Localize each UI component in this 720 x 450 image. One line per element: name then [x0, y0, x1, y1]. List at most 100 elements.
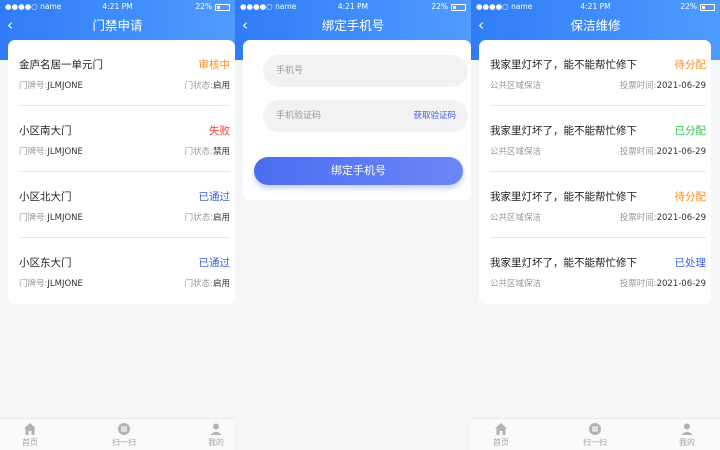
status-badge: 待分配 — [674, 191, 707, 203]
battery-icon — [215, 3, 230, 11]
code-field[interactable]: 获取验证码 — [263, 100, 468, 132]
tab-label: 我的 — [208, 438, 224, 447]
door-state: 门状态:启用 — [185, 79, 230, 91]
status-right: 22% — [195, 0, 230, 14]
navbar: ‹ 保洁维修 — [471, 14, 720, 38]
door-state-label: 门状态: — [184, 213, 213, 223]
door-state-value: 启用 — [212, 279, 230, 289]
tab-label: 我的 — [679, 438, 695, 447]
vote-time: 投票时间:2021-06-29 — [620, 211, 706, 223]
list-item[interactable]: 我家里灯坏了，能不能帮忙修下 已处理公共区域保洁 投票时间:2021-06-29 — [479, 238, 711, 304]
list-item[interactable]: 小区南大门 失败门牌号:JLMJONE 门状态:禁用 — [8, 106, 235, 172]
vote-time-value: 2021-06-29 — [656, 213, 706, 223]
page-title: 保洁维修 — [570, 18, 621, 33]
service-area: 公共区域保洁 — [490, 279, 542, 289]
door-number-label: 门牌号: — [19, 81, 48, 91]
status-badge: 审核中 — [198, 59, 231, 71]
door-state-label: 门状态: — [184, 147, 213, 157]
status-right: 22% — [680, 0, 715, 14]
cleaning-repair-screen: ●●●●○ name 4:21 PM 22% ‹ 保洁维修 我家里灯坏了，能不能… — [471, 0, 720, 450]
tab-scan[interactable]: 扫一扫 — [575, 422, 615, 448]
home-icon — [495, 423, 507, 435]
tab-bar: 首页 扫一扫 我的 — [0, 418, 235, 450]
battery-icon — [700, 3, 715, 11]
navbar: ‹ 绑定手机号 — [235, 14, 471, 38]
vote-time: 投票时间:2021-06-29 — [620, 145, 706, 157]
tab-label: 首页 — [22, 438, 38, 447]
vote-time-label: 投票时间: — [619, 213, 657, 223]
door-number-value: JLMJONE — [47, 147, 83, 157]
list-item[interactable]: 我家里灯坏了，能不能帮忙修下 待分配公共区域保洁 投票时间:2021-06-29 — [479, 172, 711, 238]
item-title: 小区东大门 — [19, 257, 72, 269]
vote-time: 投票时间:2021-06-29 — [620, 277, 706, 289]
service-area: 公共区域保洁 — [490, 81, 542, 91]
door-number-label: 门牌号: — [19, 279, 48, 289]
item-title: 我家里灯坏了，能不能帮忙修下 — [490, 191, 637, 203]
vote-time-value: 2021-06-29 — [656, 81, 706, 91]
item-title: 金庐名居一单元门 — [19, 59, 103, 71]
door-number: 门牌号:JLMJONE — [19, 79, 83, 91]
phone-field[interactable] — [263, 55, 468, 87]
service-area: 公共区域保洁 — [490, 213, 542, 223]
phone-input[interactable] — [263, 55, 468, 87]
door-number-value: JLMJONE — [47, 213, 83, 223]
door-state-label: 门状态: — [184, 81, 213, 91]
item-title: 我家里灯坏了，能不能帮忙修下 — [490, 125, 637, 137]
status-badge: 已通过 — [198, 257, 231, 269]
item-title: 小区北大门 — [19, 191, 72, 203]
tab-home[interactable]: 首页 — [10, 422, 50, 448]
door-access-screen: ●●●●○ name 4:21 PM 22% ‹ 门禁申请 金庐名居一单元门 审核… — [0, 0, 235, 450]
door-state-label: 门状态: — [184, 279, 213, 289]
tab-bar: 首页 扫一扫 我的 — [471, 418, 720, 450]
battery-percent: 22% — [431, 2, 448, 11]
list-item[interactable]: 小区东大门 已通过门牌号:JLMJONE 门状态:启用 — [8, 238, 235, 304]
bind-phone-screen: ●●●●○ name 4:21 PM 22% ‹ 绑定手机号 获取验证码 绑定手… — [235, 0, 471, 450]
door-state: 门状态:禁用 — [185, 145, 230, 157]
vote-time-label: 投票时间: — [619, 279, 657, 289]
status-right: 22% — [431, 0, 466, 14]
list-item[interactable]: 金庐名居一单元门 审核中门牌号:JLMJONE 门状态:启用 — [8, 40, 235, 106]
navbar: ‹ 门禁申请 — [0, 14, 235, 38]
door-number: 门牌号:JLMJONE — [19, 211, 83, 223]
service-area: 公共区域保洁 — [490, 147, 542, 157]
bind-phone-button[interactable]: 绑定手机号 — [254, 157, 463, 185]
list-item[interactable]: 我家里灯坏了，能不能帮忙修下 待分配公共区域保洁 投票时间:2021-06-29 — [479, 40, 711, 106]
scan-icon — [589, 423, 601, 435]
user-icon — [681, 423, 693, 435]
repair-list-card: 我家里灯坏了，能不能帮忙修下 待分配 公共区域保洁 投票时间:2021-06-29 我家… — [479, 40, 711, 304]
list-item[interactable]: 我家里灯坏了，能不能帮忙修下 已分配 公共区域保洁 投票时间:2021-06-29 — [479, 106, 711, 172]
battery-percent: 22% — [195, 2, 212, 11]
vote-time: 投票时间:2021-06-29 — [620, 79, 706, 91]
status-badge: 失败 — [209, 125, 230, 137]
door-number: 门牌号:JLMJONE — [19, 145, 83, 157]
door-number-label: 门牌号: — [19, 213, 48, 223]
page-title: 门禁申请 — [92, 18, 143, 33]
tab-mine[interactable]: 我的 — [667, 422, 707, 448]
door-state-value: 禁用 — [212, 147, 230, 157]
vote-time-label: 投票时间: — [619, 81, 657, 91]
tab-mine[interactable]: 我的 — [196, 422, 235, 448]
list-item[interactable]: 小区北大门 已通过门牌号:JLMJONE 门状态:启用 — [8, 172, 235, 238]
scan-icon — [118, 423, 130, 435]
door-number-value: JLMJONE — [47, 279, 83, 289]
door-number: 门牌号:JLMJONE — [19, 277, 83, 289]
door-state: 门状态:启用 — [185, 211, 230, 223]
page-title: 绑定手机号 — [321, 18, 385, 33]
status-badge: 待分配 — [674, 59, 707, 71]
status-badge: 已通过 — [198, 191, 231, 203]
item-title: 小区南大门 — [19, 125, 72, 137]
vote-time-value: 2021-06-29 — [656, 147, 706, 157]
battery-percent: 22% — [680, 2, 697, 11]
item-title: 我家里灯坏了，能不能帮忙修下 — [490, 59, 637, 71]
door-state-value: 启用 — [212, 81, 230, 91]
status-badge: 已处理 — [674, 257, 707, 269]
door-number-label: 门牌号: — [19, 147, 48, 157]
get-code-button[interactable]: 获取验证码 — [413, 100, 456, 132]
item-title: 我家里灯坏了，能不能帮忙修下 — [490, 257, 637, 269]
tab-home[interactable]: 首页 — [481, 422, 521, 448]
vote-time-label: 投票时间: — [619, 147, 657, 157]
screens-container: ●●●●○ name 4:21 PM 22% ‹ 门禁申请 金庐名居一单元门 审核… — [0, 0, 720, 450]
tab-scan[interactable]: 扫一扫 — [104, 422, 144, 448]
vote-time-value: 2021-06-29 — [656, 279, 706, 289]
tab-label: 扫一扫 — [112, 438, 136, 447]
